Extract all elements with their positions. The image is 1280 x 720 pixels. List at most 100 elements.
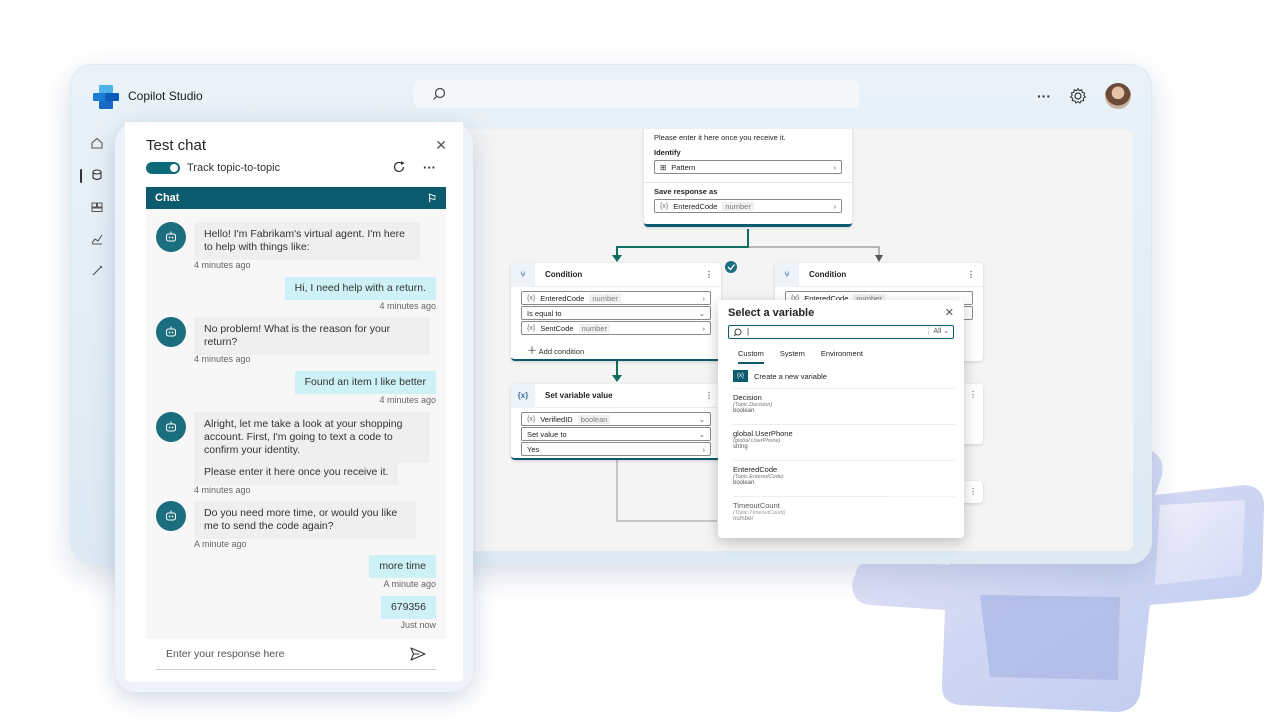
set-var-type: boolean — [577, 414, 611, 424]
node-menu-icon[interactable]: ⋮ — [705, 391, 713, 400]
chevron-right-icon: › — [702, 323, 706, 333]
chat-header: Chat ⚐ — [146, 187, 446, 209]
chevron-down-icon: ⌄ — [698, 429, 705, 439]
condition-title: Condition — [545, 270, 583, 279]
set-variable-node[interactable]: {x} Set variable value ⋮ {x} VerifiedID bo… — [511, 383, 721, 460]
operator-dropdown[interactable]: Is equal to ⌄ — [521, 306, 711, 320]
identify-dropdown[interactable]: ⊞ Pattern › — [654, 160, 842, 174]
test-chat-title: Test chat — [146, 137, 207, 154]
create-variable-button[interactable]: {x} Create a new variable — [733, 370, 827, 382]
send-icon[interactable] — [410, 647, 426, 661]
question-text: Please enter it here once you receive it… — [654, 133, 786, 142]
global-search[interactable] — [414, 80, 859, 108]
user-avatar[interactable] — [1105, 83, 1131, 109]
bot-avatar-icon — [156, 222, 186, 252]
variable-name: global.UserPhone — [733, 429, 793, 438]
message-timestamp: 4 minutes ago — [194, 260, 251, 270]
set-value-label: Set value to — [527, 429, 567, 439]
tab-custom[interactable]: Custom — [738, 349, 764, 364]
chevron-right-icon: › — [833, 201, 837, 211]
composer-placeholder: Enter your response here — [166, 648, 285, 660]
close-icon[interactable]: ✕ — [435, 137, 447, 154]
condition-title: Condition — [809, 270, 847, 279]
message-timestamp: 4 minutes ago — [194, 354, 251, 364]
bot-avatar-icon — [156, 317, 186, 347]
variable-name: EnteredCode — [733, 465, 778, 474]
bot-message: Do you need more time, or would you like… — [194, 501, 416, 539]
variable-type: boolean — [733, 408, 755, 414]
save-response-label: Save response as — [654, 187, 718, 196]
condition-value-field[interactable]: {x} SentCode number › — [521, 321, 711, 335]
user-message: more time — [369, 555, 436, 578]
more-options-icon[interactable]: ··· — [1037, 88, 1051, 104]
bot-message: Hello! I'm Fabrikam's virtual agent. I'm… — [194, 222, 420, 260]
variable-item[interactable]: Decision (Topic.Decision) boolean — [733, 388, 955, 414]
identify-label: Identify — [654, 148, 681, 157]
agents-icon[interactable] — [85, 159, 109, 191]
variable-item[interactable]: EnteredCode (Topic.EnteredCode) boolean — [733, 460, 955, 486]
set-variable-field[interactable]: {x} VerifiedID boolean ⌄ — [521, 412, 711, 426]
library-icon[interactable] — [85, 191, 109, 223]
node-menu-icon[interactable]: ⋮ — [967, 270, 975, 279]
variable-type: number — [733, 516, 754, 522]
track-topic-toggle[interactable] — [146, 162, 180, 174]
home-icon[interactable] — [85, 127, 109, 159]
chat-composer-input[interactable]: Enter your response here — [156, 640, 436, 670]
close-icon[interactable]: ✕ — [945, 306, 954, 319]
set-variable-title: Set variable value — [545, 391, 613, 400]
set-value-dropdown[interactable]: Set value to ⌄ — [521, 427, 711, 441]
condition-variable-field[interactable]: {x} EnteredCode number › — [521, 291, 711, 305]
variable-icon: {x} — [527, 324, 536, 332]
variable-name: Decision — [733, 393, 762, 402]
chevron-right-icon: › — [702, 293, 706, 303]
copilot-studio-logo — [93, 85, 119, 109]
app-title: Copilot Studio — [128, 89, 203, 103]
condition-var: EnteredCode — [540, 293, 585, 303]
save-response-field[interactable]: {x} EnteredCode number › — [654, 199, 842, 213]
chevron-down-icon: ⌄ — [698, 308, 705, 318]
variable-item[interactable]: global.UserPhone (global.UserPhone) string — [733, 424, 955, 450]
chat-header-label: Chat — [155, 192, 180, 204]
chat-transcript[interactable]: Hello! I'm Fabrikam's virtual agent. I'm… — [146, 209, 446, 639]
condition-value: SentCode — [540, 323, 574, 333]
flag-icon[interactable]: ⚐ — [427, 192, 437, 205]
tab-system[interactable]: System — [780, 349, 805, 364]
user-message: Hi, I need help with a return. — [284, 277, 436, 300]
scope-filter-dropdown[interactable]: All ⌄ — [928, 327, 949, 335]
add-condition-button[interactable]: ＋ Add condition — [511, 335, 721, 364]
analytics-icon[interactable] — [85, 223, 109, 255]
variable-type: string — [733, 444, 748, 450]
message-timestamp: A minute ago — [194, 539, 247, 549]
bot-message: No problem! What is the reason for your … — [194, 317, 430, 355]
variable-icon: {x} — [660, 202, 669, 210]
search-icon — [433, 87, 446, 100]
search-icon — [733, 328, 742, 337]
variable-icon: {x} — [733, 370, 749, 382]
variable-item[interactable]: TimeoutCount (Topic.TimeoutCount) number — [733, 496, 955, 522]
tab-environment[interactable]: Environment — [821, 349, 863, 364]
left-nav — [80, 127, 109, 287]
bot-avatar-icon — [156, 501, 186, 531]
more-options-icon[interactable]: ··· — [423, 160, 436, 175]
message-timestamp: 4 minutes ago — [379, 395, 436, 405]
value-field[interactable]: Yes › — [521, 442, 711, 456]
identify-value: Pattern — [671, 162, 696, 172]
variable-icon: {x} — [527, 415, 536, 423]
popup-title: Select a variable — [728, 307, 815, 319]
bot-avatar-icon — [156, 412, 186, 442]
condition-node-left[interactable]: ⑂ Condition ⋮ {x} EnteredCode number › Is … — [511, 262, 721, 364]
tools-icon[interactable] — [85, 255, 109, 287]
variable-search-input[interactable]: | All ⌄ — [728, 325, 954, 339]
create-variable-label: Create a new variable — [754, 371, 827, 381]
track-topic-label: Track topic-to-topic — [187, 162, 281, 174]
filter-value: All — [933, 328, 942, 335]
node-menu-icon[interactable]: ⋮ — [705, 270, 713, 279]
refresh-icon[interactable] — [392, 160, 406, 174]
set-var-name: VerifiedID — [540, 414, 573, 424]
settings-gear-icon[interactable] — [1069, 87, 1087, 105]
search-caret: | — [747, 327, 750, 336]
add-condition-label: Add condition — [538, 347, 585, 356]
question-node[interactable]: Please enter it here once you receive it… — [644, 129, 852, 227]
set-value-value: Yes — [527, 444, 540, 454]
select-variable-popup: Select a variable ✕ | All ⌄ Custom Syste… — [718, 300, 964, 538]
